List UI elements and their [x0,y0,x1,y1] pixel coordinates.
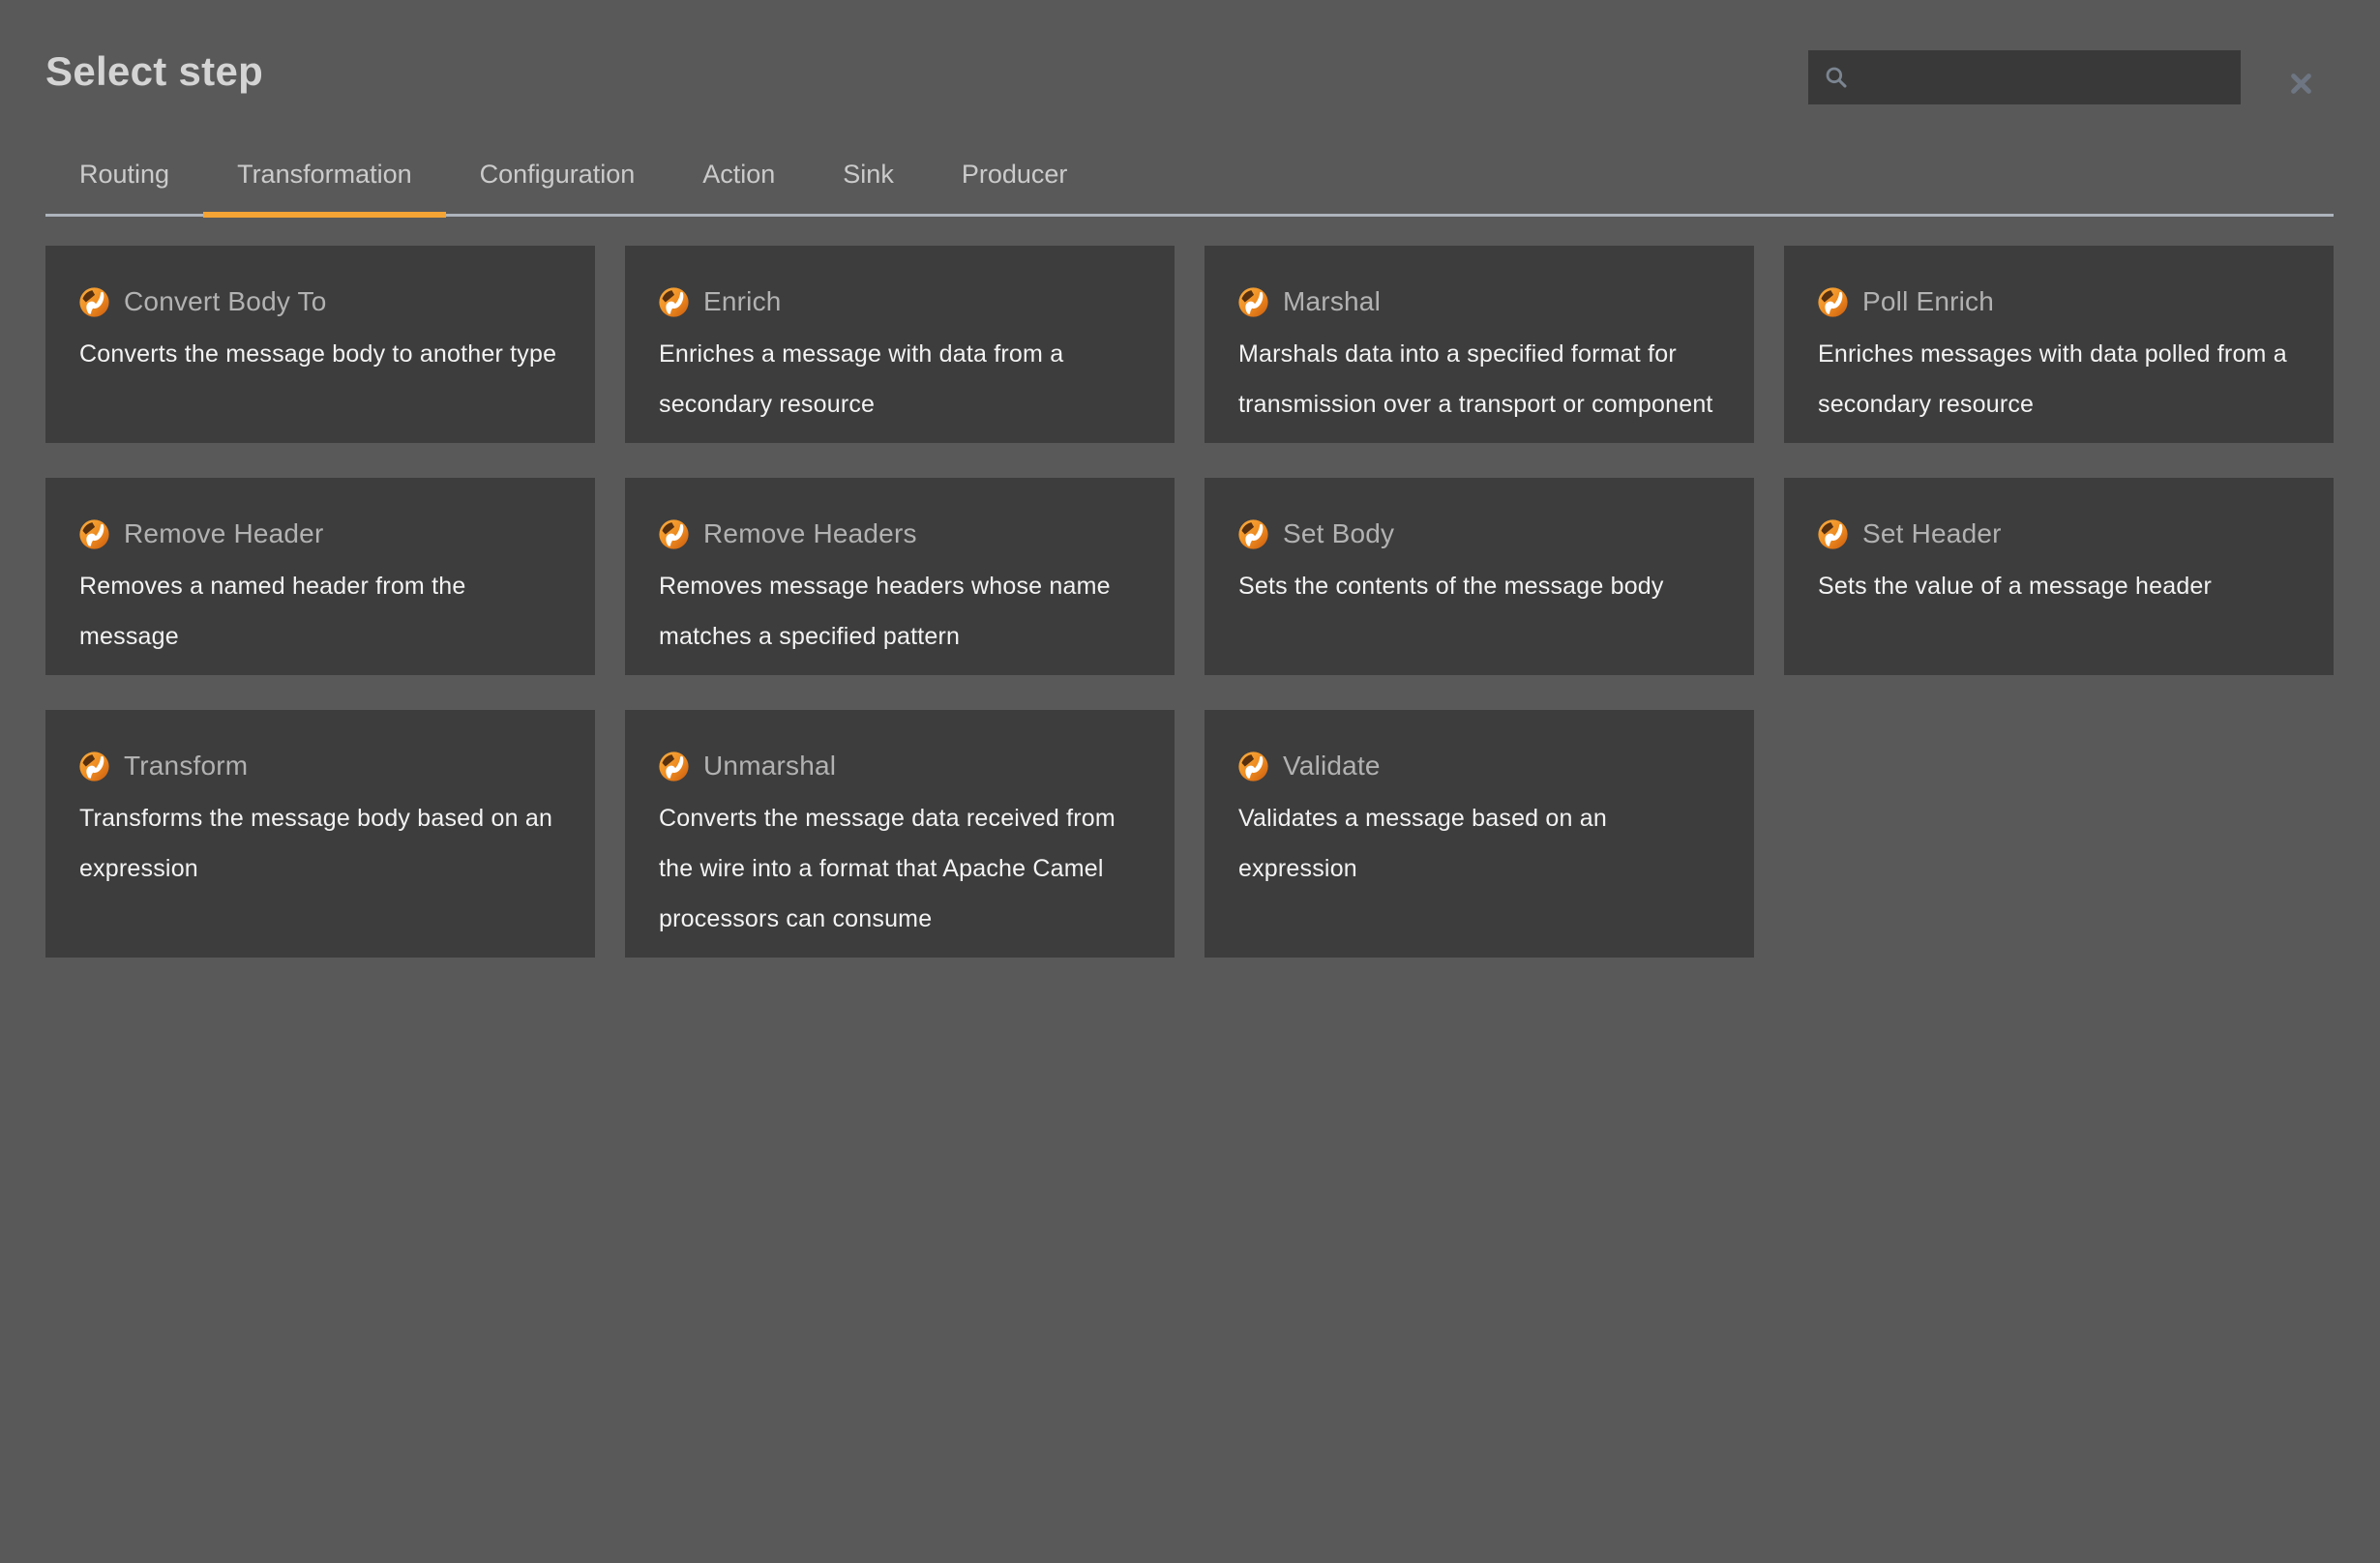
card-description: Transforms the message body based on an … [79,793,561,894]
card-description: Validates a message based on an expressi… [1238,793,1720,894]
card-header: Poll Enrich [1818,286,2300,317]
close-button[interactable] [2274,56,2328,110]
tab-action[interactable]: Action [669,155,809,214]
card-header: Remove Headers [659,518,1141,549]
card-header: Enrich [659,286,1141,317]
tab-sink[interactable]: Sink [809,155,928,214]
tab-transformation[interactable]: Transformation [203,155,446,214]
select-step-dialog: { "dialog": { "title": "Select step" }, … [0,0,2380,1563]
camel-icon [79,519,109,549]
step-card-validate[interactable]: Validate Validates a message based on an … [1205,710,1754,958]
step-card-poll-enrich[interactable]: Poll Enrich Enriches messages with data p… [1784,246,2334,443]
camel-icon [1238,519,1268,549]
camel-icon [1238,287,1268,317]
card-title: Validate [1283,751,1381,782]
tab-label: Transformation [237,160,412,189]
card-description: Sets the value of a message header [1818,561,2300,611]
card-title: Remove Header [124,518,323,549]
card-title: Unmarshal [703,751,836,782]
search-icon [1824,65,1849,90]
step-card-remove-headers[interactable]: Remove Headers Removes message headers wh… [625,478,1175,675]
card-description: Enriches messages with data polled from … [1818,329,2300,429]
card-header: Set Body [1238,518,1720,549]
step-card-remove-header[interactable]: Remove Header Removes a named header from… [45,478,595,675]
tab-label: Routing [79,160,169,189]
card-description: Removes a named header from the message [79,561,561,662]
card-title: Convert Body To [124,286,327,317]
search-box[interactable] [1808,50,2241,104]
tab-label: Sink [843,160,894,189]
tab-label: Action [702,160,775,189]
step-card-convert-body-to[interactable]: Convert Body To Converts the message body… [45,246,595,443]
card-header: Remove Header [79,518,561,549]
card-description: Enriches a message with data from a seco… [659,329,1141,429]
tab-label: Producer [962,160,1068,189]
camel-icon [659,519,689,549]
card-description: Sets the contents of the message body [1238,561,1720,611]
camel-icon [1818,287,1848,317]
tab-label: Configuration [480,160,636,189]
step-card-set-header[interactable]: Set Header Sets the value of a message he… [1784,478,2334,675]
card-title: Transform [124,751,248,782]
tab-producer[interactable]: Producer [928,155,1102,214]
card-title: Poll Enrich [1862,286,1994,317]
tab-routing[interactable]: Routing [45,155,203,214]
camel-icon [1818,519,1848,549]
card-title: Enrich [703,286,782,317]
step-card-marshal[interactable]: Marshal Marshals data into a specified fo… [1205,246,1754,443]
card-title: Set Header [1862,518,2002,549]
step-card-set-body[interactable]: Set Body Sets the contents of the message… [1205,478,1754,675]
card-title: Remove Headers [703,518,917,549]
close-icon [2288,71,2314,97]
card-header: Convert Body To [79,286,561,317]
card-description: Marshals data into a specified format fo… [1238,329,1720,429]
dialog-title: Select step [45,48,263,95]
card-description: Removes message headers whose name match… [659,561,1141,662]
tab-bar: Routing Transformation Configuration Action… [45,155,2334,217]
card-title: Marshal [1283,286,1381,317]
camel-icon [659,287,689,317]
camel-icon [1238,752,1268,782]
card-header: Validate [1238,751,1720,782]
step-card-enrich[interactable]: Enrich Enriches a message with data from … [625,246,1175,443]
search-input[interactable] [1859,49,2229,105]
card-description: Converts the message body to another typ… [79,329,561,379]
card-header: Marshal [1238,286,1720,317]
card-description: Converts the message data received from … [659,793,1141,944]
step-card-transform[interactable]: Transform Transforms the message body bas… [45,710,595,958]
camel-icon [79,287,109,317]
card-header: Set Header [1818,518,2300,549]
card-title: Set Body [1283,518,1394,549]
tab-configuration[interactable]: Configuration [446,155,669,214]
card-header: Unmarshal [659,751,1141,782]
step-card-grid: Convert Body To Converts the message body… [45,246,2334,958]
card-header: Transform [79,751,561,782]
camel-icon [79,752,109,782]
step-card-unmarshal[interactable]: Unmarshal Converts the message data recei… [625,710,1175,958]
camel-icon [659,752,689,782]
